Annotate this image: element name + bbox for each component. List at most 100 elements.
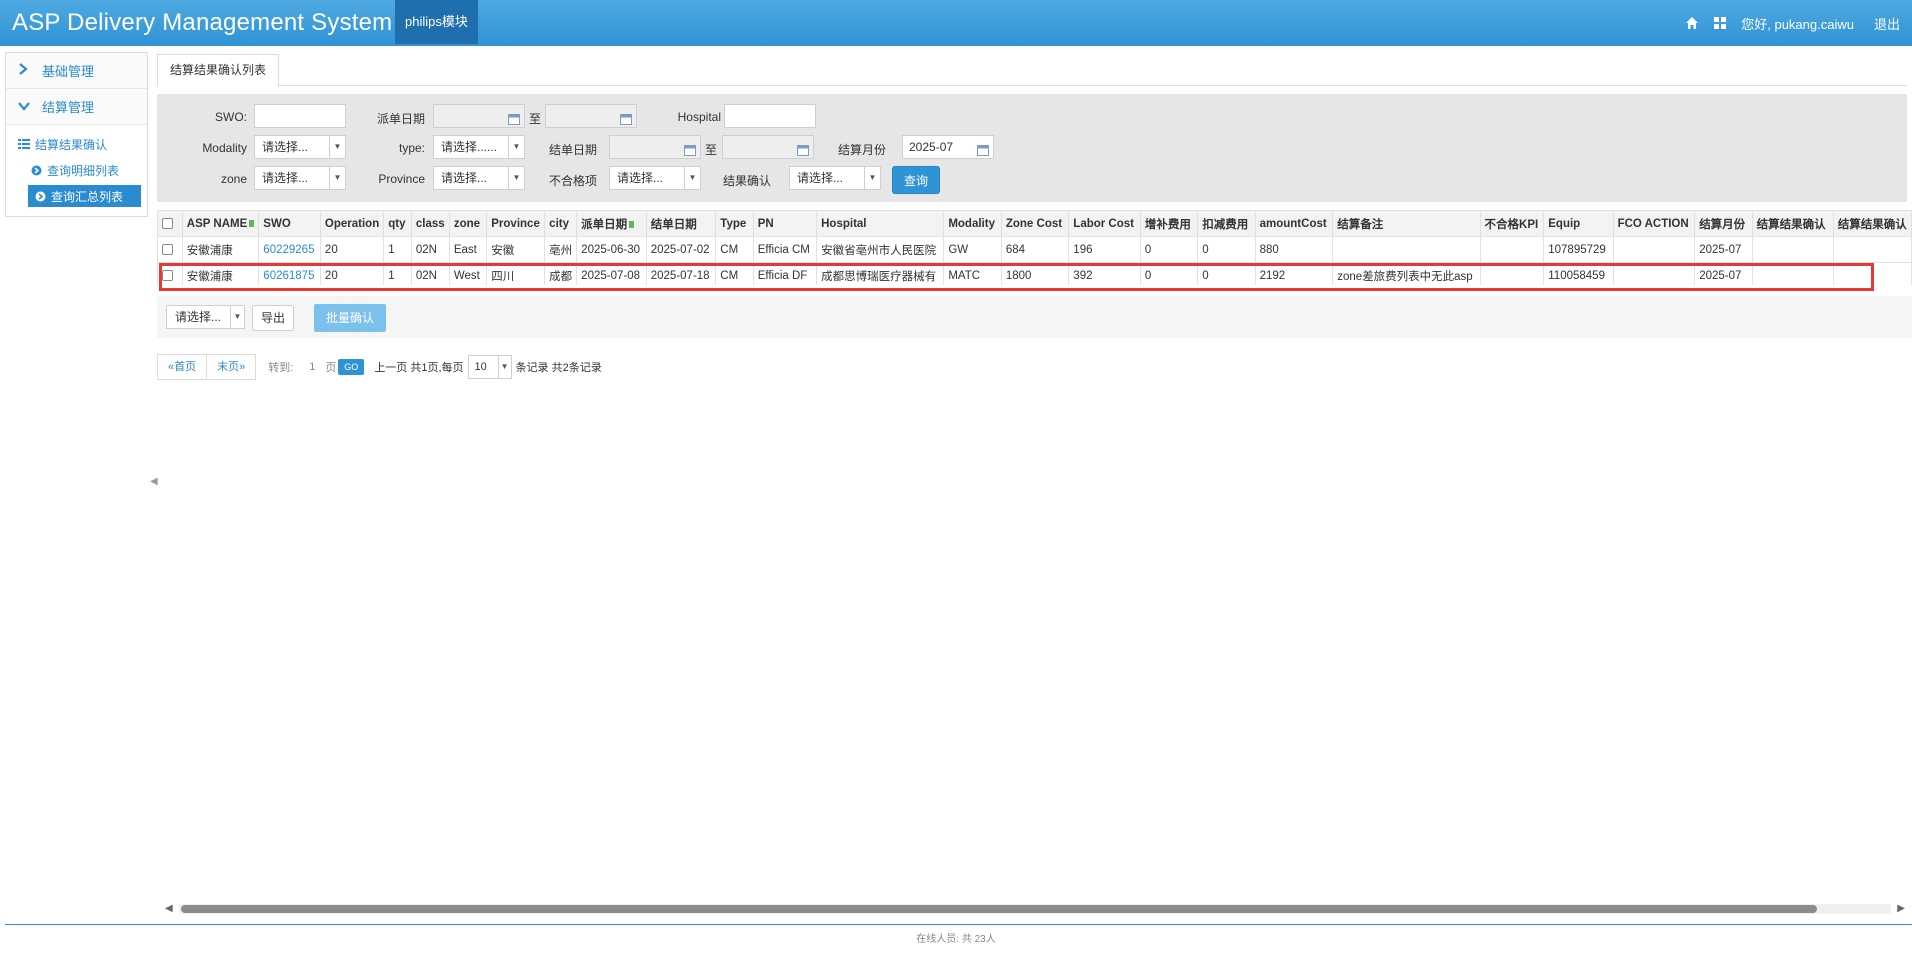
col-header[interactable]: Province (486, 210, 546, 237)
home-icon[interactable] (1685, 16, 1699, 30)
col-header[interactable]: zone (448, 210, 488, 237)
sidebar-group-basic[interactable]: 基础管理 (6, 53, 147, 89)
close-date-from-input[interactable] (609, 135, 701, 159)
table-cell: 安徽浦康 (181, 236, 260, 263)
dispatch-date-to-input[interactable] (545, 104, 637, 128)
table-row[interactable]: 安徽浦康 60229265 20 1 02N East 安徽 亳州 2025-0… (157, 236, 1912, 263)
last-page-button[interactable]: 末页» (207, 354, 257, 380)
footer-online-users: 在线人员: 共 23人 (916, 934, 996, 945)
dispatch-date-from-input[interactable] (433, 104, 525, 128)
select-all-checkbox[interactable] (162, 217, 173, 229)
to-label: 至 (529, 112, 542, 126)
swo-link[interactable]: 60229265 (258, 236, 321, 263)
col-header[interactable]: Type (715, 210, 754, 237)
zone-label: zone (220, 172, 247, 186)
col-header[interactable]: 结算结果确认 (1832, 210, 1912, 237)
province-label: Province (378, 172, 425, 186)
module-tab[interactable]: philips模块 (395, 0, 478, 44)
swo-input[interactable] (254, 104, 346, 128)
tab-settle-confirm-list[interactable]: 结算结果确认列表 (157, 54, 280, 87)
sort-icon (629, 220, 635, 228)
col-header[interactable]: SWO (258, 210, 321, 237)
col-header[interactable]: class (410, 210, 450, 237)
table-cell: 20 (319, 236, 385, 263)
sidebar-item-label: 查询明细列表 (47, 163, 120, 178)
go-button[interactable]: GO (338, 359, 365, 375)
settle-month-input[interactable]: 2025-07 (902, 135, 994, 159)
row-select-cell[interactable] (157, 262, 183, 285)
col-header[interactable]: ASP NAME (181, 210, 260, 237)
table-cell: 0 (1139, 236, 1199, 263)
col-header[interactable]: 结算月份 (1694, 210, 1753, 237)
hospital-label: Hospital (677, 110, 721, 124)
table-cell: 四川 (486, 262, 546, 285)
sidebar-group-settlement[interactable]: 结算管理 (6, 89, 147, 125)
export-button[interactable]: 导出 (252, 305, 294, 331)
col-header[interactable]: Equip (1543, 210, 1614, 237)
table-cell: 2025-07-18 (645, 262, 717, 285)
pagination: «首页 末页» 转到: 1 页 GO 上一页 共1页,每页 10 ▼ 条记录 共… (157, 354, 602, 380)
table-cell: 02N (410, 236, 450, 263)
table-cell (1612, 262, 1696, 285)
pager-total: 条记录 共2条记录 (515, 362, 602, 374)
table-cell: 1800 (1000, 262, 1070, 285)
batch-confirm-button[interactable]: 批量确认 (314, 304, 386, 332)
unqualified-select[interactable]: 请选择... ▼ (609, 166, 701, 190)
sidebar-group-label: 结算管理 (42, 100, 95, 115)
page-size-select[interactable]: 10 ▼ (467, 355, 512, 379)
table-cell: 20 (319, 262, 385, 285)
select-all-header[interactable] (157, 210, 183, 237)
swo-link[interactable]: 60261875 (258, 262, 321, 285)
row-select-cell[interactable] (157, 236, 183, 263)
col-header[interactable]: 扣减费用 (1197, 210, 1256, 237)
table-cell: 880 (1254, 236, 1334, 263)
sidebar-item-summary-list[interactable]: 查询汇总列表 (28, 185, 141, 207)
col-header[interactable]: 派单日期 (576, 210, 647, 237)
scroll-left-icon[interactable]: ◀ (165, 903, 173, 914)
col-header[interactable]: 结单日期 (645, 210, 717, 237)
modality-select[interactable]: 请选择... ▼ (254, 135, 346, 159)
col-header[interactable]: Modality (943, 210, 1002, 237)
col-header[interactable]: qty (383, 210, 412, 237)
logout-link[interactable]: 退出 (1874, 14, 1900, 33)
col-header[interactable]: Operation (319, 210, 385, 237)
col-header[interactable]: city (544, 210, 578, 237)
sidebar-item-detail-list[interactable]: 查询明细列表 (18, 159, 147, 181)
close-date-label: 结单日期 (548, 143, 597, 157)
confirm-select[interactable]: 请选择... ▼ (789, 166, 881, 190)
province-select[interactable]: 请选择... ▼ (433, 166, 525, 190)
query-button[interactable]: 查询 (892, 166, 940, 194)
table-row[interactable]: 安徽浦康 60261875 20 1 02N West 四川 成都 2025-0… (157, 262, 1912, 285)
scroll-thumb[interactable] (181, 905, 1817, 913)
close-date-to-input[interactable] (722, 135, 814, 159)
col-header[interactable]: 增补费用 (1139, 210, 1199, 237)
horizontal-scrollbar[interactable]: ◀ ▶ (165, 902, 1905, 916)
chevron-down-icon: ▼ (497, 356, 511, 378)
col-header[interactable]: 不合格KPI (1479, 210, 1545, 237)
table-cell (1751, 262, 1834, 285)
row-checkbox[interactable] (162, 269, 173, 281)
zone-select[interactable]: 请选择... ▼ (254, 166, 346, 190)
row-checkbox[interactable] (162, 243, 173, 255)
calendar-icon (977, 141, 989, 156)
col-header[interactable]: Hospital (816, 210, 945, 237)
col-header[interactable]: PN (752, 210, 818, 237)
unqualified-label: 不合格项 (548, 174, 597, 188)
col-header[interactable]: FCO ACTION (1612, 210, 1696, 237)
table-cell: 2025-07 (1694, 262, 1753, 285)
grid-icon[interactable] (1713, 16, 1727, 30)
col-header[interactable]: amountCost (1254, 210, 1334, 237)
type-select[interactable]: 请选择...... ▼ (433, 135, 525, 159)
sidebar-group-label: 基础管理 (42, 64, 95, 79)
sidebar-item-settle-confirm[interactable]: 结算结果确认 (18, 133, 147, 155)
col-header[interactable]: 结算备注 (1332, 210, 1481, 237)
page-number-input[interactable]: 1 (299, 358, 325, 376)
col-header[interactable]: 结算结果确认 (1751, 210, 1834, 237)
col-header[interactable]: Zone Cost (1000, 210, 1070, 237)
first-page-button[interactable]: «首页 (157, 354, 208, 380)
scroll-right-icon[interactable]: ▶ (1897, 903, 1905, 914)
bulk-action-select[interactable]: 请选择... ▼ (166, 305, 245, 329)
col-header[interactable]: Labor Cost (1068, 210, 1141, 237)
footer-divider (5, 924, 1912, 925)
hospital-input[interactable] (724, 104, 816, 128)
